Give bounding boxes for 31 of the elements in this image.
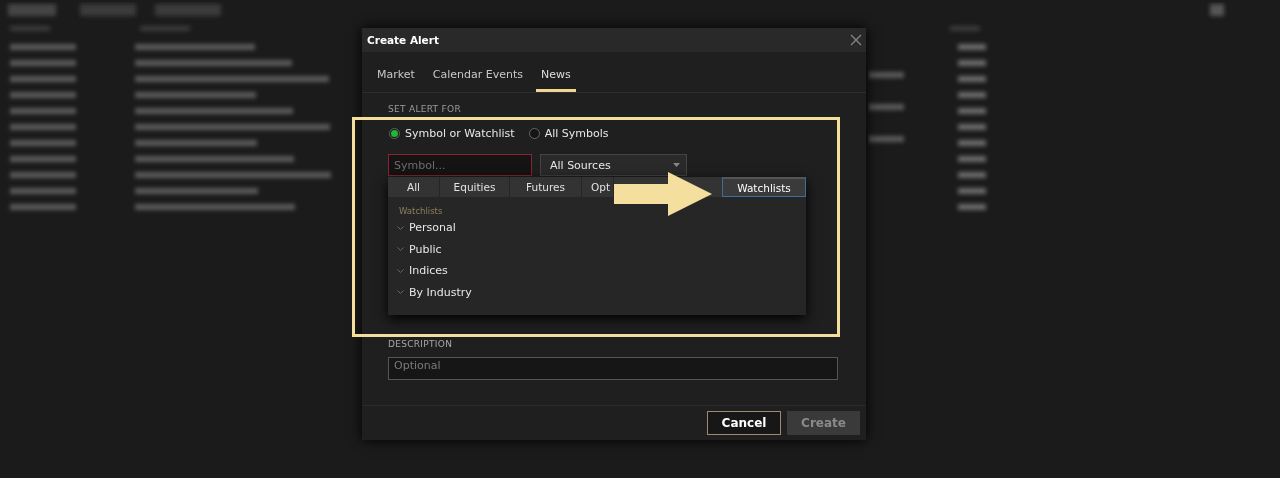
- chevron-icon: [397, 247, 404, 252]
- chevron-icon: [397, 290, 404, 295]
- chevron-icon: [397, 225, 404, 230]
- chevron-icon: [397, 268, 404, 273]
- tab[interactable]: Market: [372, 65, 420, 92]
- category-tab[interactable]: Equities: [440, 177, 510, 197]
- category-tab[interactable]: Futures: [510, 177, 582, 197]
- section-label: SET ALERT FOR: [388, 104, 461, 114]
- radio-icon[interactable]: [528, 128, 540, 139]
- radio-option[interactable]: All Symbols: [528, 127, 609, 140]
- dropdown-value: All Sources: [550, 158, 611, 172]
- cancel-button[interactable]: Cancel: [707, 411, 781, 435]
- watchlist-group[interactable]: Indices: [388, 260, 448, 282]
- tab[interactable]: Calendar Events: [427, 65, 528, 92]
- radio-option[interactable]: Symbol or Watchlist: [389, 127, 515, 140]
- dialog-title: Create Alert: [367, 34, 439, 46]
- description-field[interactable]: Optional: [388, 357, 838, 380]
- tab[interactable]: News: [536, 65, 576, 92]
- caret-icon: [673, 163, 680, 167]
- description-label: DESCRIPTION: [388, 339, 453, 349]
- group-heading: Watchlists: [399, 206, 444, 216]
- radio-icon[interactable]: [389, 128, 400, 139]
- watchlist-group[interactable]: Public: [388, 238, 442, 260]
- category-tab[interactable]: Watchlists: [722, 177, 806, 197]
- symbol-field[interactable]: Symbol...: [388, 154, 532, 176]
- close-icon[interactable]: [850, 34, 862, 46]
- category-tab[interactable]: All: [388, 177, 440, 197]
- watchlist-group[interactable]: By Industry: [388, 281, 472, 303]
- watchlist-group[interactable]: Personal: [388, 217, 456, 239]
- arrow-icon: [614, 172, 712, 216]
- sources-dropdown[interactable]: All Sources: [540, 154, 687, 176]
